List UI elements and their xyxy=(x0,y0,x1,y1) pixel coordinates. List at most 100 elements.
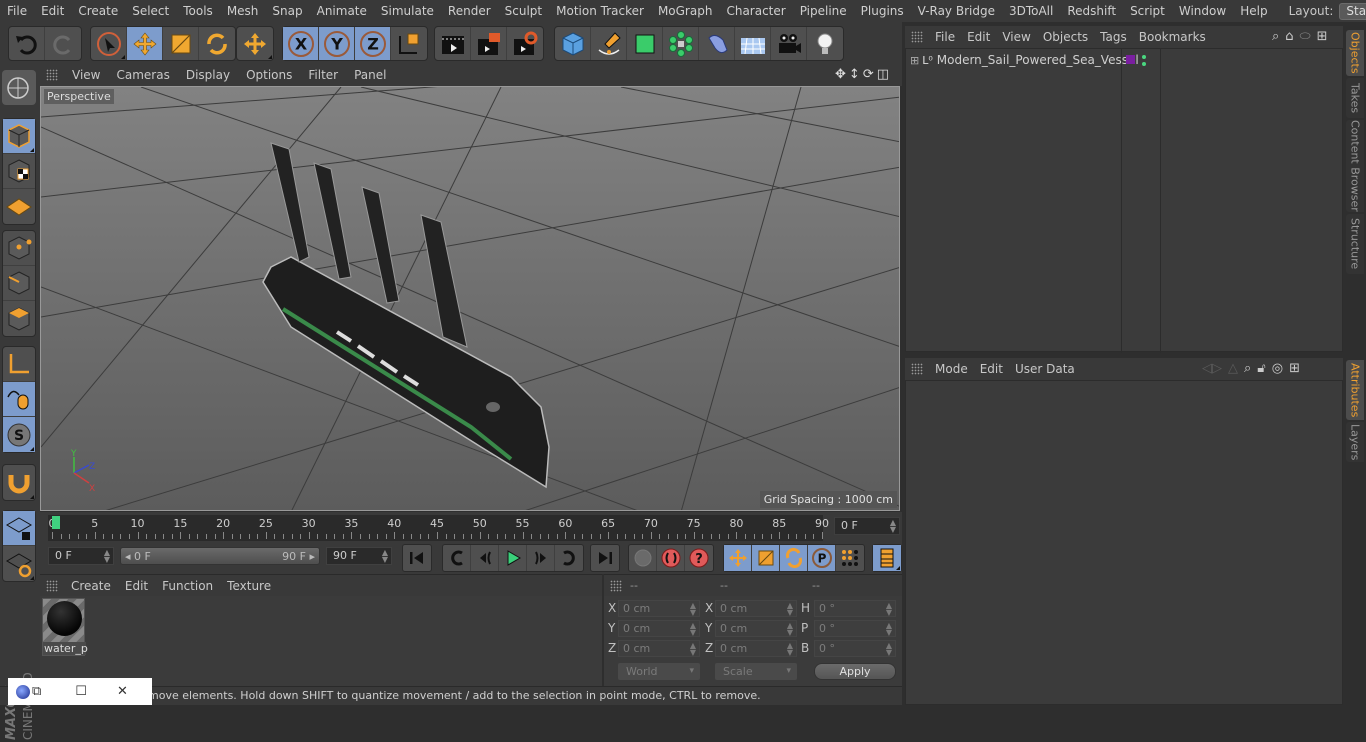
parameter-key-button[interactable]: P xyxy=(808,545,836,571)
coordinate-system-button[interactable] xyxy=(391,27,427,60)
next-key-button[interactable] xyxy=(555,545,583,571)
render-picture-viewer-button[interactable] xyxy=(471,27,507,60)
rotate-button[interactable] xyxy=(199,27,235,60)
viewport-menu-filter[interactable]: Filter xyxy=(300,68,346,82)
search-icon[interactable]: ⌕ xyxy=(1272,29,1279,44)
render-settings-button[interactable] xyxy=(507,27,543,60)
menu-select[interactable]: Select xyxy=(125,0,176,22)
menu-window[interactable]: Window xyxy=(1172,0,1233,22)
workplane-rotate-button[interactable] xyxy=(3,546,35,581)
link-icon[interactable]: ⬭ xyxy=(1300,29,1311,44)
lock-workplane-button[interactable] xyxy=(3,511,35,546)
panel-grip-icon[interactable] xyxy=(911,31,923,43)
object-menu-objects[interactable]: Objects xyxy=(1037,30,1094,44)
menu-sculpt[interactable]: Sculpt xyxy=(498,0,549,22)
restore-icon[interactable]: ⧉ xyxy=(32,684,41,699)
size-x-field[interactable]: 0 cm ▲ ▼ xyxy=(715,600,797,617)
range-right-arrow-icon[interactable]: ▸ xyxy=(309,550,315,563)
timeline-button[interactable] xyxy=(873,545,901,571)
menu-pipeline[interactable]: Pipeline xyxy=(793,0,854,22)
pen-button[interactable] xyxy=(591,27,627,60)
play-button[interactable] xyxy=(499,545,527,571)
menu-file[interactable]: File xyxy=(0,0,34,22)
move-key-button[interactable] xyxy=(724,545,752,571)
go-to-start-button[interactable] xyxy=(403,545,431,571)
toggle-layout-icon[interactable]: ◫ xyxy=(877,67,889,82)
spinner-icon[interactable]: ▲ ▼ xyxy=(890,519,896,534)
menu-vray-bridge[interactable]: V-Ray Bridge xyxy=(911,0,1002,22)
new-panel-icon[interactable]: ⊞ xyxy=(1289,361,1300,376)
up-arrow-icon[interactable]: △ xyxy=(1228,361,1238,376)
next-frame-button[interactable] xyxy=(527,545,555,571)
tab-layers[interactable]: Layers xyxy=(1346,422,1364,462)
previous-key-button[interactable] xyxy=(443,545,471,571)
viewport-solo-button[interactable] xyxy=(2,70,34,105)
tab-content-browser[interactable]: Content Browser xyxy=(1346,120,1364,212)
viewport-menu-options[interactable]: Options xyxy=(238,68,300,82)
menu-simulate[interactable]: Simulate xyxy=(374,0,441,22)
edges-mode-button[interactable] xyxy=(3,266,35,301)
go-to-end-button[interactable] xyxy=(591,545,619,571)
move-tool-button[interactable] xyxy=(237,27,273,60)
3d-viewport[interactable]: Y Z X Perspective Grid Spacing : 1000 cm xyxy=(40,86,900,511)
model-mode-button[interactable] xyxy=(3,119,35,154)
previous-frame-button[interactable] xyxy=(471,545,499,571)
menu-create[interactable]: Create xyxy=(71,0,125,22)
texture-mode-button[interactable] xyxy=(3,154,35,189)
home-icon[interactable]: ⌂ xyxy=(1285,29,1293,44)
menu-snap[interactable]: Snap xyxy=(265,0,309,22)
pos-y-field[interactable]: 0 cm ▲ ▼ xyxy=(618,620,700,637)
expand-icon[interactable]: ⊞ xyxy=(910,54,919,67)
target-icon[interactable]: ◎ xyxy=(1272,361,1283,376)
menu-tools[interactable]: Tools xyxy=(176,0,220,22)
object-menu-bookmarks[interactable]: Bookmarks xyxy=(1133,30,1212,44)
live-selection-button[interactable] xyxy=(91,27,127,60)
dolly-view-icon[interactable]: ↕ xyxy=(849,67,860,82)
material-item[interactable]: water_p xyxy=(42,598,88,656)
tab-objects[interactable]: Objects xyxy=(1346,30,1364,76)
material-menu-texture[interactable]: Texture xyxy=(220,579,278,593)
points-mode-button[interactable] xyxy=(3,231,35,266)
spinner-icon[interactable]: ▲ ▼ xyxy=(787,602,793,617)
object-menu-file[interactable]: File xyxy=(929,30,961,44)
viewport-menu-cameras[interactable]: Cameras xyxy=(108,68,177,82)
material-menu-create[interactable]: Create xyxy=(64,579,118,593)
rotate-view-icon[interactable]: ⟳ xyxy=(863,67,874,82)
snap-button[interactable] xyxy=(3,465,35,500)
menu-plugins[interactable]: Plugins xyxy=(854,0,911,22)
point-level-animation-button[interactable] xyxy=(836,545,864,571)
new-panel-icon[interactable]: ⊞ xyxy=(1317,29,1328,44)
menu-motion-tracker[interactable]: Motion Tracker xyxy=(549,0,651,22)
panel-grip-icon[interactable] xyxy=(911,363,923,375)
tab-attributes[interactable]: Attributes xyxy=(1346,360,1364,420)
panel-grip-icon[interactable] xyxy=(46,69,58,81)
menu-3dtoall[interactable]: 3DToAll xyxy=(1002,0,1060,22)
z-axis-button[interactable]: Z xyxy=(355,27,391,60)
rot-h-field[interactable]: 0 ° ▲ ▼ xyxy=(814,600,896,617)
spinner-icon[interactable]: ▲ ▼ xyxy=(690,602,696,617)
object-menu-view[interactable]: View xyxy=(996,30,1036,44)
record-keys-button[interactable] xyxy=(629,545,657,571)
tab-structure[interactable]: Structure xyxy=(1346,214,1364,274)
y-axis-button[interactable]: Y xyxy=(319,27,355,60)
menu-character[interactable]: Character xyxy=(719,0,792,22)
camera-button[interactable] xyxy=(771,27,807,60)
material-menu-function[interactable]: Function xyxy=(155,579,220,593)
coordinate-mode-select[interactable]: Scale xyxy=(715,663,797,680)
scale-button[interactable] xyxy=(163,27,199,60)
menu-help[interactable]: Help xyxy=(1233,0,1274,22)
viewport-menu-view[interactable]: View xyxy=(64,68,108,82)
rot-b-field[interactable]: 0 ° ▲ ▼ xyxy=(814,640,896,657)
layer-color-swatch[interactable] xyxy=(1126,55,1135,64)
menu-animate[interactable]: Animate xyxy=(310,0,374,22)
polygons-mode-button[interactable] xyxy=(3,301,35,336)
size-y-field[interactable]: 0 cm ▲ ▼ xyxy=(715,620,797,637)
range-left-arrow-icon[interactable]: ◂ xyxy=(125,550,131,563)
menu-render[interactable]: Render xyxy=(441,0,498,22)
pos-z-field[interactable]: 0 cm ▲ ▼ xyxy=(618,640,700,657)
spinner-icon[interactable]: ▲ ▼ xyxy=(787,622,793,637)
pan-view-icon[interactable]: ✥ xyxy=(835,67,846,82)
timeline-ruler[interactable]: 051015202530354045505560657075808590 xyxy=(48,515,829,541)
soft-selection-button[interactable]: S xyxy=(3,417,35,452)
rotate-key-button[interactable] xyxy=(780,545,808,571)
